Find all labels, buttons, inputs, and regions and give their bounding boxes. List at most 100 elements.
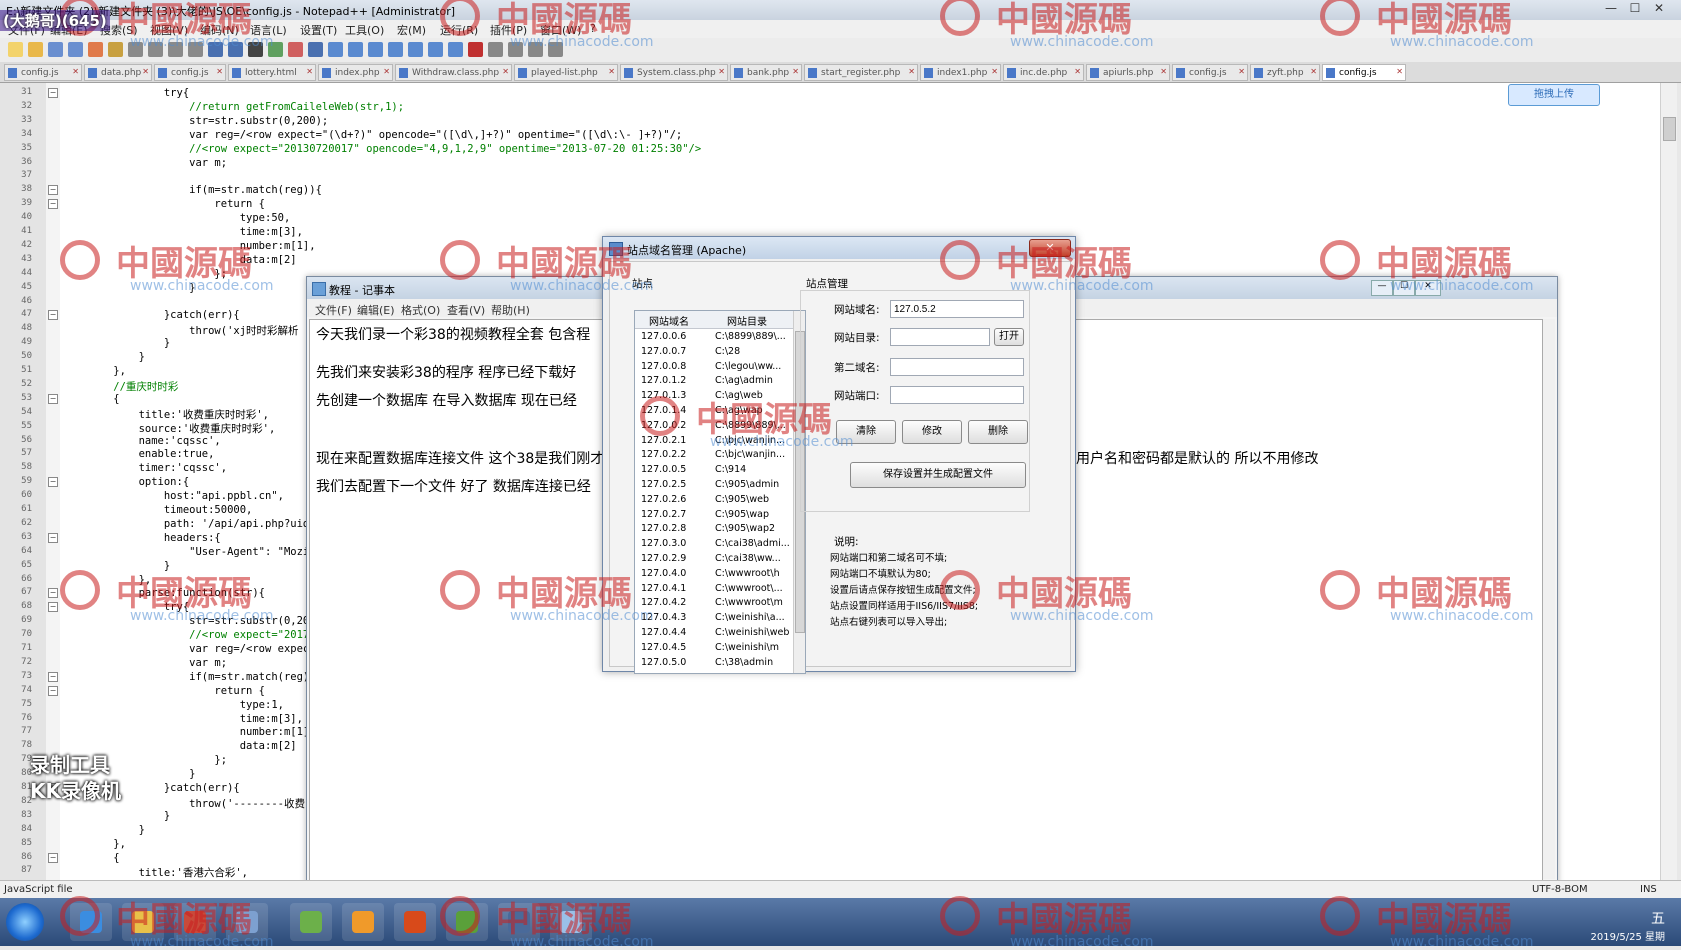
tab-close-icon[interactable]: ✕ <box>1238 67 1245 76</box>
toolbar-button-icon[interactable] <box>28 42 43 57</box>
site-row[interactable]: 127.0.0.6 C:\8899\889\... <box>635 331 793 345</box>
fold-toggle-icon[interactable]: − <box>48 185 58 196</box>
notepad-menu-item[interactable]: 编辑(E) <box>357 302 395 318</box>
tab-close-icon[interactable]: ✕ <box>991 67 998 76</box>
site-row[interactable]: 127.0.4.3 C:\weinishi\a... <box>635 612 793 626</box>
site-row[interactable]: 127.0.2.5 C:\905\admin <box>635 479 793 493</box>
file-tab[interactable]: config.js ✕ <box>4 64 82 81</box>
notepad-menu-item[interactable]: 文件(F) <box>315 302 352 318</box>
tab-close-icon[interactable]: ✕ <box>216 67 223 76</box>
tab-close-icon[interactable]: ✕ <box>718 67 725 76</box>
delete-button[interactable]: 删除 <box>968 420 1028 444</box>
fold-toggle-icon[interactable]: − <box>48 88 58 98</box>
site-row[interactable]: 127.0.2.7 C:\905\wap <box>635 509 793 523</box>
menu-item[interactable]: 工具(O) <box>345 22 384 38</box>
modify-button[interactable]: 修改 <box>902 420 962 444</box>
menu-item[interactable]: 宏(M) <box>397 22 426 38</box>
toolbar-button-icon[interactable] <box>108 42 123 57</box>
site-row[interactable]: 127.0.2.6 C:\905\web <box>635 494 793 508</box>
editor-scrollbar[interactable] <box>1660 83 1677 880</box>
toolbar-button-icon[interactable] <box>88 42 103 57</box>
file-tab[interactable]: inc.de.php ✕ <box>1003 64 1084 81</box>
site-row[interactable]: 127.0.1.2 C:\ag\admin <box>635 375 793 389</box>
fold-toggle-icon[interactable]: − <box>48 199 58 210</box>
notepad-scrollbar[interactable] <box>1543 319 1555 879</box>
file-tab[interactable]: index.php ✕ <box>318 64 393 81</box>
tab-close-icon[interactable]: ✕ <box>608 67 615 76</box>
site-row[interactable]: 127.0.2.9 C:\cai38\ww... <box>635 553 793 567</box>
toolbar-button-icon[interactable] <box>468 42 483 57</box>
notepad-menu-item[interactable]: 帮助(H) <box>491 302 530 318</box>
file-tab[interactable]: config.js ✕ <box>1172 64 1248 81</box>
site-row[interactable]: 127.0.2.8 C:\905\wap2 <box>635 523 793 537</box>
fold-toggle-icon[interactable]: − <box>48 602 58 613</box>
column-header-directory[interactable]: 网站目录 <box>727 313 767 328</box>
file-tab[interactable]: lottery.html ✕ <box>228 64 316 81</box>
toolbar-button-icon[interactable] <box>388 42 403 57</box>
file-tab[interactable]: zyft.php ✕ <box>1250 64 1320 81</box>
notepad-menu-item[interactable]: 查看(V) <box>447 302 485 318</box>
file-tab[interactable]: System.class.php ✕ <box>620 64 728 81</box>
toolbar-button-icon[interactable] <box>288 42 303 57</box>
fold-toggle-icon[interactable]: − <box>48 852 58 863</box>
tab-close-icon[interactable]: ✕ <box>72 67 79 76</box>
close-icon[interactable]: ✕ <box>1648 1 1670 17</box>
toolbar-button-icon[interactable] <box>308 42 323 57</box>
toolbar-button-icon[interactable] <box>368 42 383 57</box>
file-tab[interactable]: bank.php ✕ <box>730 64 802 81</box>
domain-input[interactable] <box>890 300 1024 318</box>
file-tab[interactable]: apiurls.php ✕ <box>1086 64 1170 81</box>
start-button[interactable] <box>6 903 44 941</box>
site-row[interactable]: 127.0.4.0 C:\wwwroot\h <box>635 568 793 582</box>
port-input[interactable] <box>890 386 1024 404</box>
toolbar-button-icon[interactable] <box>68 42 83 57</box>
scroll-thumb[interactable] <box>1663 117 1676 141</box>
directory-input[interactable] <box>890 328 990 346</box>
fold-toggle-icon[interactable]: − <box>48 685 58 696</box>
site-row[interactable]: 127.0.0.7 C:\28 <box>635 346 793 360</box>
site-row[interactable]: 127.0.0.8 C:\legou\ww... <box>635 361 793 375</box>
site-row[interactable]: 127.0.5.0 C:\38\admin <box>635 657 793 671</box>
tab-close-icon[interactable]: ✕ <box>1396 67 1403 76</box>
maximize-icon[interactable]: ☐ <box>1624 1 1646 17</box>
site-row[interactable]: 127.0.3.0 C:\cai38\admi... <box>635 538 793 552</box>
site-row[interactable]: 127.0.0.5 C:\914 <box>635 464 793 478</box>
toolbar-button-icon[interactable] <box>448 42 463 57</box>
fold-toggle-icon[interactable]: − <box>48 477 58 488</box>
toolbar-button-icon[interactable] <box>428 42 443 57</box>
site-row[interactable]: 127.0.4.1 C:\wwwroot\... <box>635 583 793 597</box>
tab-close-icon[interactable]: ✕ <box>908 67 915 76</box>
menu-item[interactable]: 设置(T) <box>300 22 337 38</box>
site-row[interactable]: 127.0.4.2 C:\wwwroot\m <box>635 597 793 611</box>
site-row[interactable]: 127.0.2.2 C:\bjc\wanjin... <box>635 449 793 463</box>
toolbar-button-icon[interactable] <box>8 42 23 57</box>
toolbar-button-icon[interactable] <box>348 42 363 57</box>
notepad-menu-item[interactable]: 格式(O) <box>401 302 440 318</box>
file-tab[interactable]: index1.php ✕ <box>920 64 1001 81</box>
alias-input[interactable] <box>890 358 1024 376</box>
tab-close-icon[interactable]: ✕ <box>792 67 799 76</box>
tab-close-icon[interactable]: ✕ <box>383 67 390 76</box>
taskbar-app-notepadpp[interactable] <box>290 903 332 941</box>
toolbar-button-icon[interactable] <box>328 42 343 57</box>
file-tab[interactable]: played-list.php ✕ <box>514 64 618 81</box>
site-row[interactable]: 127.0.4.4 C:\weinishi\web <box>635 627 793 641</box>
fold-toggle-icon[interactable]: − <box>48 393 58 404</box>
open-button[interactable]: 打开 <box>994 328 1024 346</box>
site-row[interactable]: 127.0.4.5 C:\weinishi\m <box>635 642 793 656</box>
file-tab[interactable]: data.php ✕ <box>84 64 152 81</box>
site-list[interactable]: 网站域名 网站目录 127.0.0.6 C:\8899\889\... 127.0.… <box>634 310 806 674</box>
tab-close-icon[interactable]: ✕ <box>142 67 149 76</box>
tab-close-icon[interactable]: ✕ <box>1310 67 1317 76</box>
toolbar-button-icon[interactable] <box>488 42 503 57</box>
fold-toggle-icon[interactable]: − <box>48 532 58 543</box>
fold-toggle-icon[interactable]: − <box>48 671 58 682</box>
tab-close-icon[interactable]: ✕ <box>502 67 509 76</box>
tab-close-icon[interactable]: ✕ <box>306 67 313 76</box>
fold-toggle-icon[interactable]: − <box>48 588 58 599</box>
toolbar-button-icon[interactable] <box>48 42 63 57</box>
taskbar-clock[interactable]: 五 2019/5/25 星期 <box>1591 908 1665 943</box>
fold-toggle-icon[interactable]: − <box>48 310 58 321</box>
drag-upload-button[interactable]: 拖拽上传 <box>1508 84 1600 106</box>
tab-close-icon[interactable]: ✕ <box>1160 67 1167 76</box>
